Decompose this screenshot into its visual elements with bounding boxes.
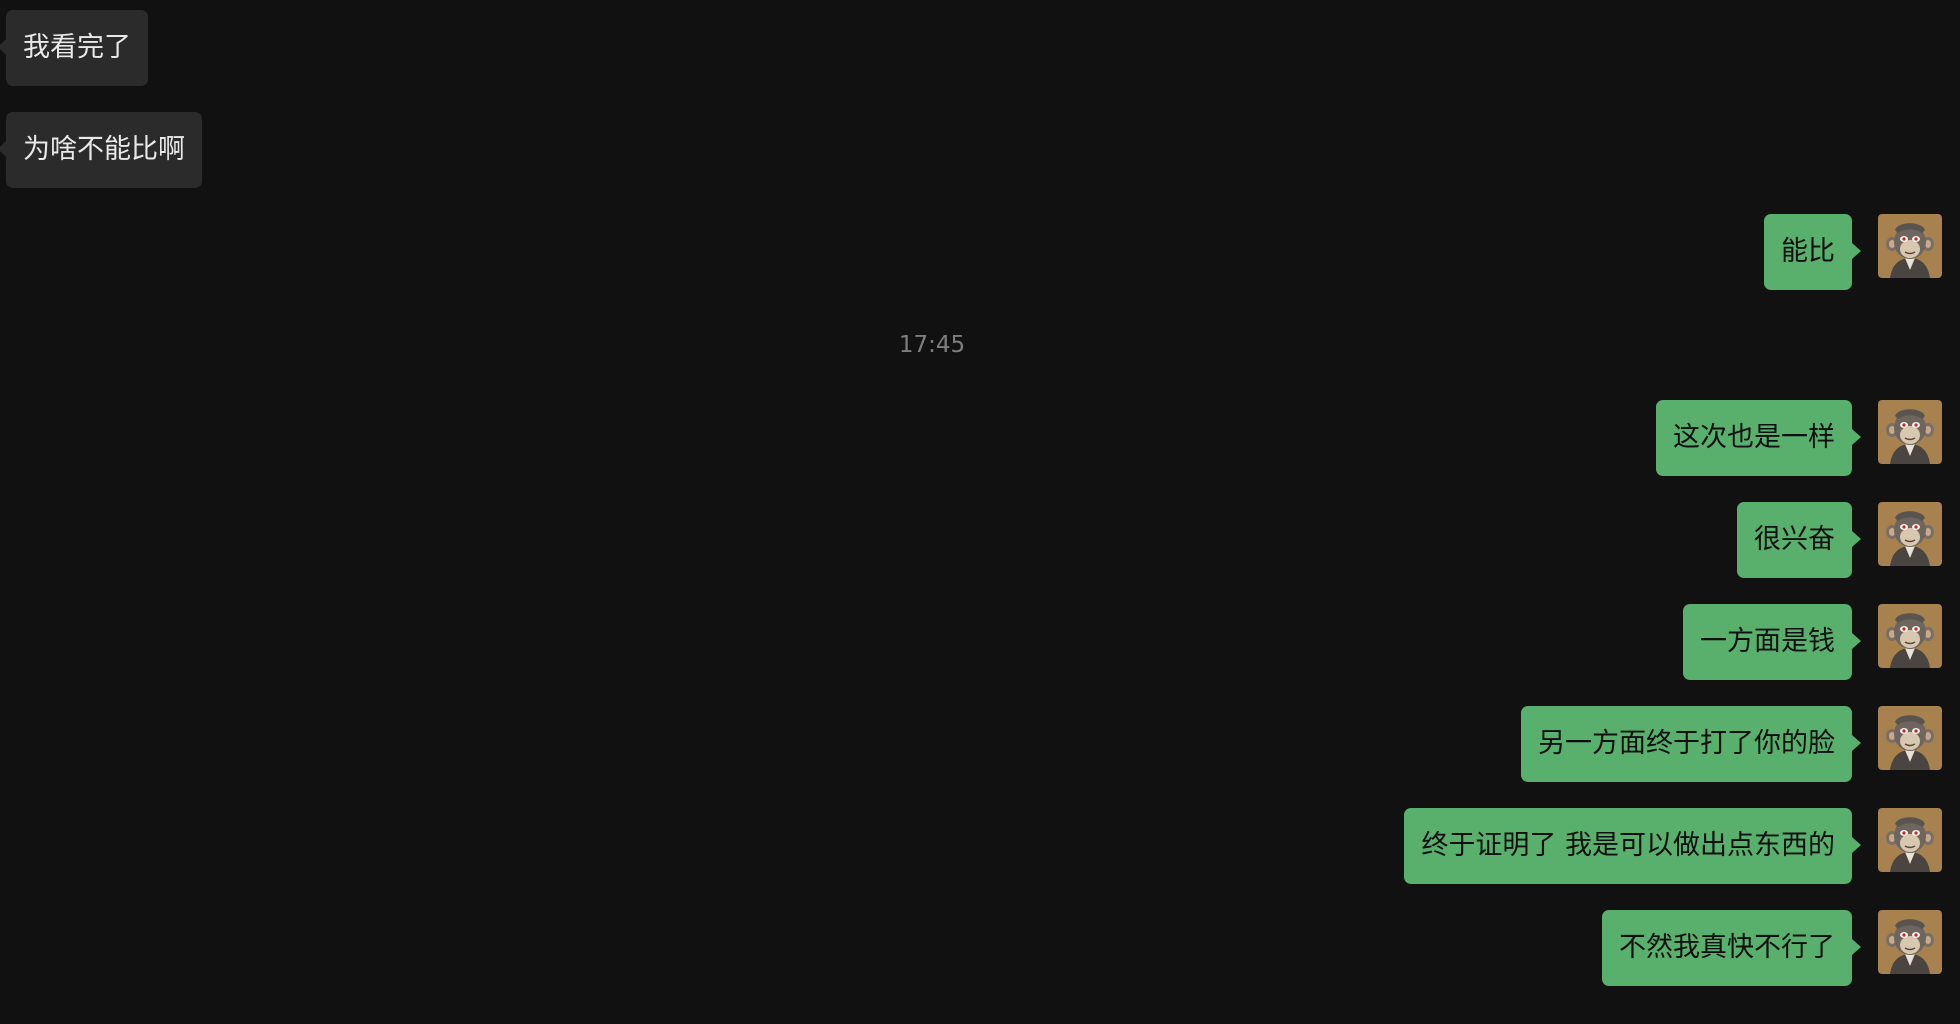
outgoing-message-bubble[interactable]: 不然我真快不行了: [1602, 910, 1861, 986]
ape-avatar-icon[interactable]: [1878, 604, 1942, 668]
outgoing-message-bubble[interactable]: 很兴奋: [1737, 502, 1861, 578]
ape-avatar-icon[interactable]: [1878, 502, 1942, 566]
ape-avatar-icon[interactable]: [1878, 808, 1942, 872]
message-row: 终于证明了 我是可以做出点东西的: [1404, 808, 1942, 884]
ape-avatar-icon[interactable]: [1878, 400, 1942, 464]
message-row: 这次也是一样: [1656, 400, 1942, 476]
outgoing-message-bubble[interactable]: 另一方面终于打了你的脸: [1521, 706, 1861, 782]
ape-avatar-icon[interactable]: [1878, 214, 1942, 278]
outgoing-message-bubble[interactable]: 能比: [1764, 214, 1861, 290]
outgoing-message-bubble[interactable]: 一方面是钱: [1683, 604, 1861, 680]
incoming-message-bubble[interactable]: 为啥不能比啊: [0, 112, 202, 188]
incoming-message-bubble[interactable]: 我看完了: [0, 10, 148, 86]
outgoing-message-bubble[interactable]: 终于证明了 我是可以做出点东西的: [1404, 808, 1861, 884]
message-row: 能比: [1764, 214, 1942, 290]
message-row: 为啥不能比啊: [0, 112, 202, 188]
message-row: 另一方面终于打了你的脸: [1521, 706, 1942, 782]
message-row: 一方面是钱: [1683, 604, 1942, 680]
message-row: 不然我真快不行了: [1602, 910, 1942, 986]
ape-avatar-icon[interactable]: [1878, 910, 1942, 974]
outgoing-message-bubble[interactable]: 这次也是一样: [1656, 400, 1861, 476]
message-timestamp: 17:45: [898, 332, 966, 358]
message-row: 很兴奋: [1737, 502, 1942, 578]
message-row: 我看完了: [0, 10, 148, 86]
chat-message-list[interactable]: 我看完了 为啥不能比啊 能比 17:45 这次也是一样 很兴奋 一方面是钱 另一…: [0, 0, 1960, 1024]
ape-avatar-icon[interactable]: [1878, 706, 1942, 770]
